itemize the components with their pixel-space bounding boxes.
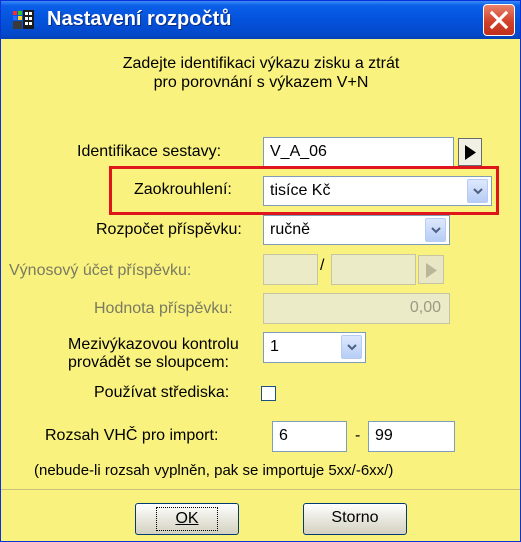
- footer-divider: [1, 489, 520, 490]
- identifikace-label: Identifikace sestavy:: [77, 143, 222, 160]
- rozpocet-select[interactable]: ručně: [263, 215, 450, 245]
- zaokrouhleni-select[interactable]: tisíce Kč: [263, 176, 492, 206]
- close-icon: [489, 10, 509, 30]
- ok-button[interactable]: OK: [135, 503, 239, 535]
- play-icon: [426, 263, 437, 278]
- ok-button-label: OK: [156, 507, 218, 531]
- cancel-button[interactable]: Storno: [303, 503, 407, 535]
- dialog-window: Nastavení rozpočtů Zadejte identifikaci …: [0, 0, 521, 542]
- chevron-down-icon: [347, 344, 357, 351]
- rozsah-to-input[interactable]: 99: [368, 421, 455, 452]
- identifikace-browse-button[interactable]: [458, 138, 482, 166]
- intro-line-1: Zadejte identifikaci výkazu zisku a ztrá…: [122, 55, 400, 72]
- app-icon: [13, 10, 34, 29]
- identifikace-input[interactable]: V_A_06: [263, 137, 454, 167]
- zaokrouhleni-dropdown-button[interactable]: [467, 179, 488, 203]
- window-title: Nastavení rozpočtů: [47, 8, 232, 30]
- strediska-label: Používat střediska:: [94, 384, 230, 401]
- rozsah-note: (nebude-li rozsah vyplněn, pak se import…: [34, 462, 394, 479]
- mezivykazova-label-1: Mezivýkazovou kontrolu: [68, 336, 239, 353]
- vynosovy-separator: /: [320, 257, 325, 274]
- strediska-checkbox[interactable]: [261, 386, 276, 401]
- close-button[interactable]: [483, 4, 515, 36]
- intro-line-2: pro porovnání s výkazem V+N: [153, 74, 369, 91]
- play-icon: [465, 145, 476, 160]
- rozpocet-dropdown-button[interactable]: [425, 218, 446, 242]
- rozsah-label: Rozsah VHČ pro import:: [45, 427, 219, 444]
- chevron-down-icon: [473, 188, 483, 195]
- vynosovy-browse-button: [418, 255, 444, 284]
- chevron-down-icon: [431, 227, 441, 234]
- intro-text: Zadejte identifikaci výkazu zisku a ztrá…: [41, 54, 481, 92]
- rozsah-from-input[interactable]: 6: [272, 421, 347, 452]
- vynosovy-input-2: [331, 254, 416, 285]
- hodnota-input: 0,00: [263, 293, 450, 324]
- vynosovy-input-1: [263, 254, 318, 285]
- rozsah-dash: -: [355, 427, 361, 444]
- cancel-button-label: Storno: [331, 509, 379, 526]
- title-bar[interactable]: Nastavení rozpočtů: [1, 1, 520, 39]
- zaokrouhleni-label: Zaokrouhlení:: [134, 181, 232, 198]
- mezivykazova-dropdown-button[interactable]: [341, 335, 362, 359]
- vynosovy-label: Výnosový účet příspěvku:: [9, 262, 192, 279]
- mezivykazova-label-2: provádět se sloupcem:: [68, 354, 229, 371]
- hodnota-label: Hodnota příspěvku:: [94, 300, 233, 317]
- rozpocet-label: Rozpočet příspěvku:: [96, 221, 242, 238]
